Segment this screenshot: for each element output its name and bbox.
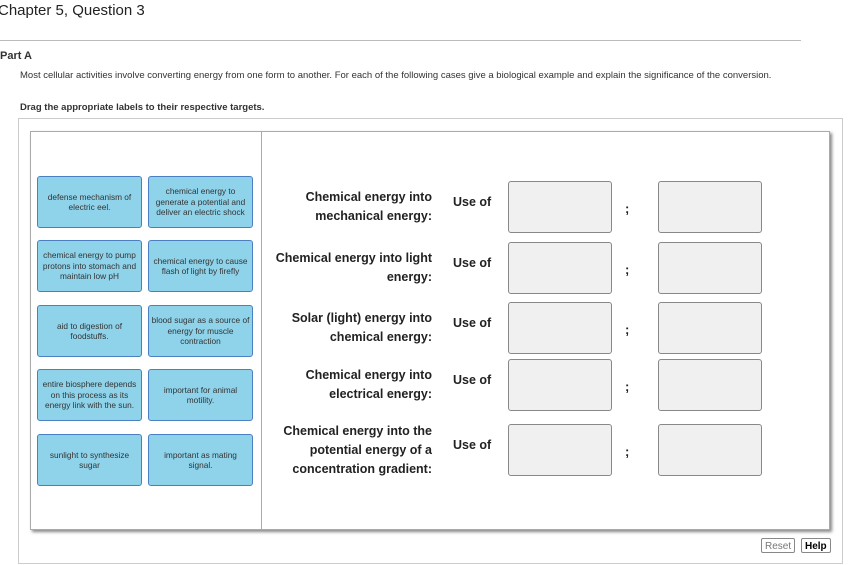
- drop-target-significance[interactable]: [658, 424, 762, 476]
- draggable-label[interactable]: chemical energy to generate a potential …: [148, 176, 253, 228]
- draggable-label[interactable]: aid to digestion of foodstuffs.: [37, 305, 142, 357]
- draggable-label[interactable]: important for animal motility.: [148, 369, 253, 421]
- draggable-label[interactable]: defense mechanism of electric eel.: [37, 176, 142, 228]
- target-description: Chemical energy into electrical energy:: [305, 368, 432, 401]
- question-text: Most cellular activities involve convert…: [20, 70, 772, 81]
- separator: ;: [625, 444, 630, 459]
- draggable-label[interactable]: sunlight to synthesize sugar: [37, 434, 142, 486]
- drop-target-example[interactable]: [508, 242, 612, 294]
- part-heading: Part A: [0, 50, 32, 62]
- drop-target-significance[interactable]: [658, 302, 762, 354]
- target-description: Chemical energy into light energy:: [275, 251, 432, 284]
- drop-target-example[interactable]: [508, 181, 612, 233]
- drop-target-significance[interactable]: [658, 359, 762, 411]
- drop-target-example[interactable]: [508, 302, 612, 354]
- use-of-label: Use of: [453, 195, 492, 209]
- target-description: Solar (light) energy into chemical energ…: [291, 311, 432, 344]
- separator: ;: [625, 379, 630, 394]
- reset-button[interactable]: Reset: [761, 538, 796, 553]
- use-of-label: Use of: [453, 256, 492, 270]
- drop-target-example[interactable]: [508, 359, 612, 411]
- draggable-label[interactable]: chemical energy to pump protons into sto…: [37, 240, 142, 292]
- use-of-label: Use of: [453, 316, 492, 330]
- draggable-label[interactable]: chemical energy to cause flash of light …: [148, 240, 253, 292]
- use-of-label: Use of: [453, 438, 492, 452]
- drop-target-significance[interactable]: [658, 242, 762, 294]
- target-description: Chemical energy into mechanical energy:: [305, 190, 432, 223]
- separator: ;: [625, 262, 630, 277]
- target-description: Chemical energy into the potential energ…: [283, 424, 432, 476]
- help-button[interactable]: Help: [801, 538, 831, 553]
- drag-instruction: Drag the appropriate labels to their res…: [20, 102, 265, 113]
- use-of-label: Use of: [453, 373, 492, 387]
- drop-target-significance[interactable]: [658, 181, 762, 233]
- separator: ;: [625, 322, 630, 337]
- divider: [0, 40, 801, 41]
- draggable-label[interactable]: entire biosphere depends on this process…: [37, 369, 142, 421]
- separator: ;: [625, 201, 630, 216]
- draggable-label[interactable]: blood sugar as a source of energy for mu…: [148, 305, 253, 357]
- drop-target-example[interactable]: [508, 424, 612, 476]
- page-title: Chapter 5, Question 3: [0, 2, 145, 19]
